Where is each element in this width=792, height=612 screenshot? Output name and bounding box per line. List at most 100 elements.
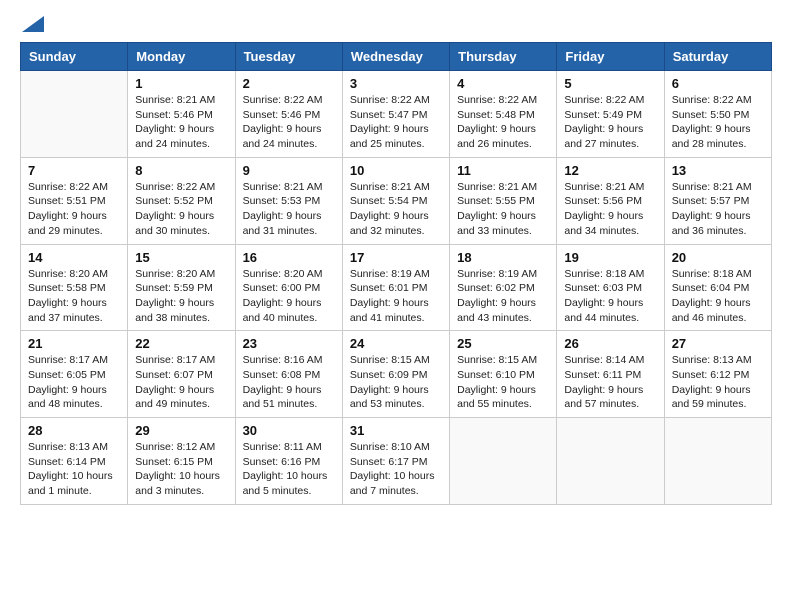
day-info: Sunrise: 8:19 AM Sunset: 6:01 PM Dayligh…	[350, 267, 442, 326]
day-number: 21	[28, 336, 120, 351]
calendar-cell: 10 Sunrise: 8:21 AM Sunset: 5:54 PM Dayli…	[342, 157, 449, 244]
calendar-cell: 4Sunrise: 8:22 AM Sunset: 5:48 PM Daylig…	[450, 71, 557, 158]
day-number: 22	[135, 336, 227, 351]
calendar-cell: 11Sunrise: 8:21 AM Sunset: 5:55 PM Dayli…	[450, 157, 557, 244]
day-info: Sunrise: 8:21 AM Sunset: 5:46 PM Dayligh…	[135, 93, 227, 152]
calendar-cell: 5 Sunrise: 8:22 AM Sunset: 5:49 PM Daylig…	[557, 71, 664, 158]
day-number: 7	[28, 163, 120, 178]
day-info: Sunrise: 8:10 AM Sunset: 6:17 PM Dayligh…	[350, 440, 442, 499]
logo-icon	[22, 16, 44, 32]
calendar-week-row: 7 Sunrise: 8:22 AM Sunset: 5:51 PM Daylig…	[21, 157, 772, 244]
calendar-table: SundayMondayTuesdayWednesdayThursdayFrid…	[20, 42, 772, 505]
calendar-cell: 18 Sunrise: 8:19 AM Sunset: 6:02 PM Dayli…	[450, 244, 557, 331]
calendar-cell: 19 Sunrise: 8:18 AM Sunset: 6:03 PM Dayli…	[557, 244, 664, 331]
calendar-cell: 16 Sunrise: 8:20 AM Sunset: 6:00 PM Dayli…	[235, 244, 342, 331]
day-number: 16	[243, 250, 335, 265]
weekday-header-tuesday: Tuesday	[235, 43, 342, 71]
day-info: Sunrise: 8:15 AM Sunset: 6:09 PM Dayligh…	[350, 353, 442, 412]
day-number: 9	[243, 163, 335, 178]
weekday-header-wednesday: Wednesday	[342, 43, 449, 71]
calendar-cell: 26 Sunrise: 8:14 AM Sunset: 6:11 PM Dayli…	[557, 331, 664, 418]
calendar-cell: 24 Sunrise: 8:15 AM Sunset: 6:09 PM Dayli…	[342, 331, 449, 418]
day-info: Sunrise: 8:22 AM Sunset: 5:51 PM Dayligh…	[28, 180, 120, 239]
calendar-cell: 25Sunrise: 8:15 AM Sunset: 6:10 PM Dayli…	[450, 331, 557, 418]
day-number: 10	[350, 163, 442, 178]
calendar-cell: 12Sunrise: 8:21 AM Sunset: 5:56 PM Dayli…	[557, 157, 664, 244]
calendar-cell: 7 Sunrise: 8:22 AM Sunset: 5:51 PM Daylig…	[21, 157, 128, 244]
weekday-header-monday: Monday	[128, 43, 235, 71]
calendar-cell	[450, 418, 557, 505]
day-info: Sunrise: 8:20 AM Sunset: 5:59 PM Dayligh…	[135, 267, 227, 326]
day-number: 5	[564, 76, 656, 91]
day-info: Sunrise: 8:22 AM Sunset: 5:46 PM Dayligh…	[243, 93, 335, 152]
calendar-cell: 8Sunrise: 8:22 AM Sunset: 5:52 PM Daylig…	[128, 157, 235, 244]
calendar-cell: 9 Sunrise: 8:21 AM Sunset: 5:53 PM Daylig…	[235, 157, 342, 244]
weekday-header-friday: Friday	[557, 43, 664, 71]
day-number: 29	[135, 423, 227, 438]
day-info: Sunrise: 8:17 AM Sunset: 6:07 PM Dayligh…	[135, 353, 227, 412]
day-info: Sunrise: 8:18 AM Sunset: 6:04 PM Dayligh…	[672, 267, 764, 326]
calendar-cell: 6 Sunrise: 8:22 AM Sunset: 5:50 PM Daylig…	[664, 71, 771, 158]
calendar-cell: 27 Sunrise: 8:13 AM Sunset: 6:12 PM Dayli…	[664, 331, 771, 418]
day-info: Sunrise: 8:21 AM Sunset: 5:57 PM Dayligh…	[672, 180, 764, 239]
page-header	[20, 20, 772, 32]
calendar-cell: 1 Sunrise: 8:21 AM Sunset: 5:46 PM Daylig…	[128, 71, 235, 158]
weekday-header-thursday: Thursday	[450, 43, 557, 71]
day-number: 11	[457, 163, 549, 178]
day-info: Sunrise: 8:22 AM Sunset: 5:49 PM Dayligh…	[564, 93, 656, 152]
calendar-week-row: 14Sunrise: 8:20 AM Sunset: 5:58 PM Dayli…	[21, 244, 772, 331]
day-info: Sunrise: 8:21 AM Sunset: 5:54 PM Dayligh…	[350, 180, 442, 239]
calendar-cell	[664, 418, 771, 505]
weekday-header-saturday: Saturday	[664, 43, 771, 71]
calendar-week-row: 28 Sunrise: 8:13 AM Sunset: 6:14 PM Dayli…	[21, 418, 772, 505]
calendar-cell: 30 Sunrise: 8:11 AM Sunset: 6:16 PM Dayli…	[235, 418, 342, 505]
weekday-header-sunday: Sunday	[21, 43, 128, 71]
logo	[20, 20, 44, 32]
calendar-cell: 29 Sunrise: 8:12 AM Sunset: 6:15 PM Dayli…	[128, 418, 235, 505]
day-number: 1	[135, 76, 227, 91]
calendar-cell: 15 Sunrise: 8:20 AM Sunset: 5:59 PM Dayli…	[128, 244, 235, 331]
day-number: 14	[28, 250, 120, 265]
calendar-cell: 23Sunrise: 8:16 AM Sunset: 6:08 PM Dayli…	[235, 331, 342, 418]
day-number: 26	[564, 336, 656, 351]
day-number: 4	[457, 76, 549, 91]
weekday-header-row: SundayMondayTuesdayWednesdayThursdayFrid…	[21, 43, 772, 71]
day-info: Sunrise: 8:19 AM Sunset: 6:02 PM Dayligh…	[457, 267, 549, 326]
day-info: Sunrise: 8:18 AM Sunset: 6:03 PM Dayligh…	[564, 267, 656, 326]
day-number: 20	[672, 250, 764, 265]
day-number: 6	[672, 76, 764, 91]
day-info: Sunrise: 8:22 AM Sunset: 5:52 PM Dayligh…	[135, 180, 227, 239]
day-number: 30	[243, 423, 335, 438]
calendar-cell: 21Sunrise: 8:17 AM Sunset: 6:05 PM Dayli…	[21, 331, 128, 418]
day-number: 19	[564, 250, 656, 265]
day-info: Sunrise: 8:13 AM Sunset: 6:14 PM Dayligh…	[28, 440, 120, 499]
calendar-week-row: 1 Sunrise: 8:21 AM Sunset: 5:46 PM Daylig…	[21, 71, 772, 158]
day-number: 23	[243, 336, 335, 351]
day-info: Sunrise: 8:22 AM Sunset: 5:50 PM Dayligh…	[672, 93, 764, 152]
calendar-cell: 20 Sunrise: 8:18 AM Sunset: 6:04 PM Dayli…	[664, 244, 771, 331]
day-number: 28	[28, 423, 120, 438]
day-number: 2	[243, 76, 335, 91]
day-number: 15	[135, 250, 227, 265]
day-info: Sunrise: 8:20 AM Sunset: 6:00 PM Dayligh…	[243, 267, 335, 326]
calendar-cell: 13Sunrise: 8:21 AM Sunset: 5:57 PM Dayli…	[664, 157, 771, 244]
day-number: 18	[457, 250, 549, 265]
calendar-cell: 31 Sunrise: 8:10 AM Sunset: 6:17 PM Dayli…	[342, 418, 449, 505]
day-number: 12	[564, 163, 656, 178]
day-info: Sunrise: 8:13 AM Sunset: 6:12 PM Dayligh…	[672, 353, 764, 412]
day-info: Sunrise: 8:21 AM Sunset: 5:53 PM Dayligh…	[243, 180, 335, 239]
calendar-cell: 22 Sunrise: 8:17 AM Sunset: 6:07 PM Dayli…	[128, 331, 235, 418]
calendar-cell	[21, 71, 128, 158]
calendar-cell: 28 Sunrise: 8:13 AM Sunset: 6:14 PM Dayli…	[21, 418, 128, 505]
calendar-cell: 2 Sunrise: 8:22 AM Sunset: 5:46 PM Daylig…	[235, 71, 342, 158]
day-number: 27	[672, 336, 764, 351]
day-number: 25	[457, 336, 549, 351]
calendar-cell: 17Sunrise: 8:19 AM Sunset: 6:01 PM Dayli…	[342, 244, 449, 331]
day-info: Sunrise: 8:14 AM Sunset: 6:11 PM Dayligh…	[564, 353, 656, 412]
day-number: 31	[350, 423, 442, 438]
calendar-cell	[557, 418, 664, 505]
calendar-week-row: 21Sunrise: 8:17 AM Sunset: 6:05 PM Dayli…	[21, 331, 772, 418]
day-info: Sunrise: 8:11 AM Sunset: 6:16 PM Dayligh…	[243, 440, 335, 499]
day-number: 24	[350, 336, 442, 351]
day-info: Sunrise: 8:12 AM Sunset: 6:15 PM Dayligh…	[135, 440, 227, 499]
